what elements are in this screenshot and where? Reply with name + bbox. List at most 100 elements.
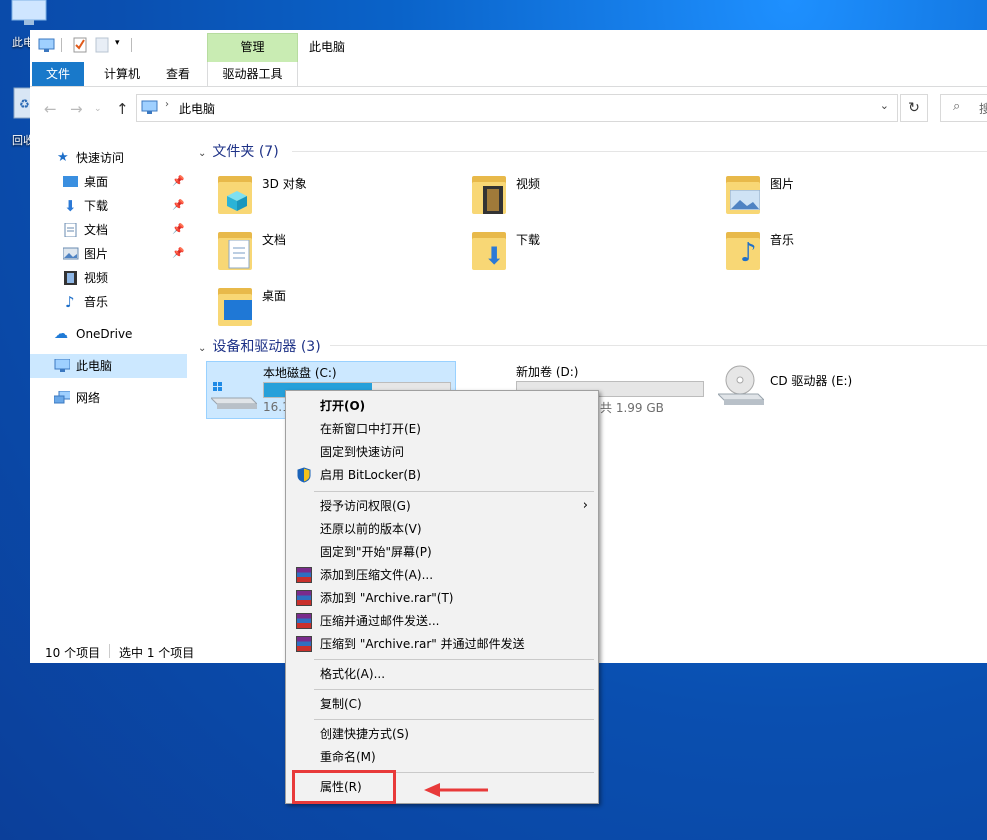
folder-pictures-icon xyxy=(724,172,768,216)
menu-item-label: 复制(C) xyxy=(320,697,362,711)
menu-item-open-new-window[interactable]: 在新窗口中打开(E) xyxy=(286,418,598,440)
folder-label: 下载 xyxy=(516,233,541,247)
back-arrow-icon[interactable]: ← xyxy=(44,100,57,118)
sidebar-item-label: OneDrive xyxy=(76,327,133,341)
new-folder-icon[interactable] xyxy=(94,36,110,54)
tab-computer[interactable]: 计算机 xyxy=(92,62,152,86)
menu-item-bitlocker[interactable]: 启用 BitLocker(B) xyxy=(286,464,598,486)
menu-item-compress-rar-email[interactable]: 压缩到 "Archive.rar" 并通过邮件发送 xyxy=(286,633,598,655)
sidebar-item-onedrive[interactable]: ☁ OneDrive xyxy=(30,322,187,346)
folder-label: 3D 对象 xyxy=(262,177,307,191)
sidebar-item-this-pc[interactable]: 此电脑 xyxy=(30,354,187,378)
menu-item-create-shortcut[interactable]: 创建快捷方式(S) xyxy=(286,723,598,745)
sidebar-item-downloads[interactable]: ⬇ 下载 📌 xyxy=(30,194,187,218)
menu-item-label: 授予访问权限(G) xyxy=(320,499,411,513)
pin-icon[interactable]: 📌 xyxy=(172,218,184,242)
menu-item-label: 创建快捷方式(S) xyxy=(320,727,409,741)
menu-item-open[interactable]: 打开(O) xyxy=(286,395,598,417)
drive-label: CD 驱动器 (E:) xyxy=(770,374,853,388)
folders-group-header[interactable]: ⌄ 文件夹 (7) xyxy=(198,141,279,161)
breadcrumb[interactable]: 此电脑 xyxy=(179,100,215,117)
drive-label: 本地磁盘 (C:) xyxy=(263,366,337,380)
computer-icon xyxy=(141,100,158,114)
sidebar-item-desktop[interactable]: 桌面 📌 xyxy=(30,170,187,194)
sidebar-item-videos[interactable]: 视频 xyxy=(30,266,187,290)
folder-label: 文档 xyxy=(262,233,287,247)
context-menu: 打开(O) 在新窗口中打开(E) 固定到快速访问 启用 BitLocker(B)… xyxy=(285,390,599,804)
windows-drive-icon xyxy=(211,382,257,409)
folder-desktop-icon xyxy=(216,284,260,328)
quick-access-toolbar: ▾ xyxy=(30,30,987,62)
menu-item-pin-quick-access[interactable]: 固定到快速访问 xyxy=(286,441,598,463)
computer-icon xyxy=(54,359,70,372)
menu-item-compress-email[interactable]: 压缩并通过邮件发送... xyxy=(286,610,598,632)
menu-item-label: 重命名(M) xyxy=(320,750,376,764)
drive-label: 新加卷 (D:) xyxy=(516,365,579,379)
menu-item-copy[interactable]: 复制(C) xyxy=(286,693,598,715)
cloud-icon: ☁ xyxy=(54,326,68,342)
menu-item-pin-start[interactable]: 固定到"开始"屏幕(P) xyxy=(286,541,598,563)
refresh-icon: ↻ xyxy=(908,100,920,116)
sidebar-item-network[interactable]: 网络 xyxy=(30,386,187,410)
sidebar-item-documents[interactable]: 文档 📌 xyxy=(30,218,187,242)
breadcrumb-chevron-icon[interactable]: › xyxy=(165,99,169,110)
ribbon-tabs: 文件 计算机 查看 驱动器工具 xyxy=(30,62,987,87)
tab-view[interactable]: 查看 xyxy=(158,62,198,86)
folder-label: 图片 xyxy=(770,177,795,191)
group-title: 设备和驱动器 (3) xyxy=(212,339,321,355)
sidebar-item-music[interactable]: ♪ 音乐 xyxy=(30,290,187,314)
annotation-highlight-box xyxy=(292,770,396,804)
winrar-icon xyxy=(296,567,312,583)
tab-file[interactable]: 文件 xyxy=(32,62,84,86)
address-bar[interactable]: › 此电脑 ⌄ xyxy=(136,94,898,122)
sidebar-item-label: 桌面 xyxy=(84,175,109,189)
folder-label: 音乐 xyxy=(770,233,795,247)
customize-dropdown-icon[interactable]: ▾ xyxy=(115,38,120,48)
folder-music-icon: ♪ xyxy=(724,228,768,272)
chevron-right-icon: › xyxy=(582,498,588,513)
tab-drive-tools[interactable]: 驱动器工具 xyxy=(207,62,298,86)
folder-documents-icon xyxy=(216,228,260,272)
manage-context-tab[interactable]: 管理 xyxy=(207,33,298,63)
menu-item-label: 固定到"开始"屏幕(P) xyxy=(320,545,432,559)
svg-text:♻: ♻ xyxy=(19,97,30,111)
cd-drive-icon xyxy=(718,365,764,405)
download-arrow-icon: ⬇ xyxy=(64,197,77,215)
sidebar-item-label: 音乐 xyxy=(84,295,109,309)
window-title: 此电脑 xyxy=(309,40,346,54)
menu-item-label: 压缩并通过邮件发送... xyxy=(320,614,440,628)
annotation-arrow-icon xyxy=(424,783,488,797)
menu-item-add-archive[interactable]: 添加到压缩文件(A)... xyxy=(286,564,598,586)
recent-dropdown-icon[interactable]: ⌄ xyxy=(94,104,102,114)
menu-item-rename[interactable]: 重命名(M) xyxy=(286,746,598,768)
menu-item-format[interactable]: 格式化(A)... xyxy=(286,663,598,685)
pin-icon[interactable]: 📌 xyxy=(172,170,184,194)
menu-item-label: 添加到 "Archive.rar"(T) xyxy=(320,591,454,605)
menu-item-add-archive-rar[interactable]: 添加到 "Archive.rar"(T) xyxy=(286,587,598,609)
forward-arrow-icon[interactable]: → xyxy=(70,100,83,118)
refresh-button[interactable]: ↻ xyxy=(900,94,928,122)
menu-item-restore-versions[interactable]: 还原以前的版本(V) xyxy=(286,518,598,540)
search-placeholder: 搜 xyxy=(979,102,987,116)
drive-free-space: 共 1.99 GB xyxy=(600,401,664,415)
properties-check-icon[interactable] xyxy=(72,36,88,54)
computer-icon[interactable] xyxy=(38,38,56,54)
up-arrow-icon[interactable]: ↑ xyxy=(116,100,129,118)
sidebar-item-label: 图片 xyxy=(84,247,109,261)
search-input[interactable]: ⌕ 搜 xyxy=(940,94,987,122)
menu-separator xyxy=(314,491,594,492)
desktop-icon xyxy=(63,176,78,187)
pin-icon[interactable]: 📌 xyxy=(172,242,184,266)
pin-icon[interactable]: 📌 xyxy=(172,194,184,218)
menu-item-label: 在新窗口中打开(E) xyxy=(320,422,421,436)
chevron-down-icon[interactable]: ⌄ xyxy=(880,99,889,112)
menu-item-label: 固定到快速访问 xyxy=(320,445,405,459)
address-row: ← → ⌄ ↑ › 此电脑 ⌄ ↻ ⌕ 搜 xyxy=(30,92,987,126)
sidebar-item-pictures[interactable]: 图片 📌 xyxy=(30,242,187,266)
sidebar-item-quick-access[interactable]: ★ 快速访问 xyxy=(30,146,187,170)
chevron-down-icon: ⌄ xyxy=(198,148,207,159)
menu-item-label: 还原以前的版本(V) xyxy=(320,522,422,536)
sidebar-item-label: 下载 xyxy=(84,199,109,213)
devices-group-header[interactable]: ⌄ 设备和驱动器 (3) xyxy=(198,336,321,356)
menu-item-give-access[interactable]: 授予访问权限(G) › xyxy=(286,495,598,517)
